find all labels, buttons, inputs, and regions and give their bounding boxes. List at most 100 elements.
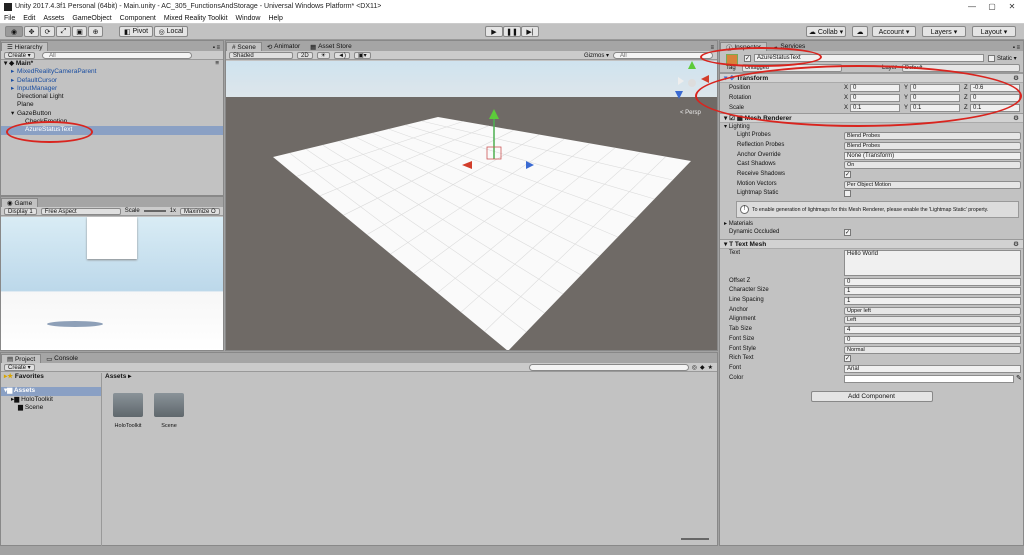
- project-search-input[interactable]: [528, 363, 689, 371]
- materials-foldout[interactable]: ▸ Materials: [720, 220, 1023, 228]
- font-style-dropdown[interactable]: Normal: [844, 345, 1021, 354]
- menu-mixed-reality-toolkit[interactable]: Mixed Reality Toolkit: [160, 15, 232, 22]
- text-mesh-header[interactable]: ▾ T Text Mesh ⚙: [720, 238, 1023, 249]
- pivot-toggle[interactable]: ◧ Pivot: [119, 26, 153, 37]
- scale-slider[interactable]: [143, 210, 166, 212]
- tab-size-field[interactable]: 4: [844, 326, 1021, 335]
- lightmap-static-checkbox[interactable]: [844, 190, 851, 198]
- project-create-button[interactable]: Create ▾: [4, 363, 35, 371]
- anchor-dropdown[interactable]: Upper left: [844, 306, 1021, 315]
- tab-console[interactable]: ▭ Console: [41, 354, 83, 363]
- play-button[interactable]: ▶: [485, 26, 503, 37]
- scene-root[interactable]: ▾ ◆ Main* ≡: [1, 60, 223, 68]
- offset-z-field[interactable]: 0: [844, 277, 1021, 286]
- hierarchy-item[interactable]: ▸ InputManager: [1, 85, 223, 93]
- menu-assets[interactable]: Assets: [39, 15, 68, 22]
- star-filter-icon[interactable]: ★: [708, 364, 713, 371]
- receive-shadows-checkbox[interactable]: ✓: [844, 171, 851, 179]
- static-dropdown[interactable]: Static ▾: [997, 55, 1017, 62]
- scene-viewport[interactable]: < Persp: [226, 61, 717, 351]
- game-view[interactable]: [1, 217, 223, 350]
- tab-scene[interactable]: # Scene: [226, 42, 262, 51]
- scene-search-input[interactable]: All: [613, 51, 713, 59]
- tree-item-scene[interactable]: ▆ Scene: [1, 404, 101, 412]
- tab-asset-store[interactable]: ▦ Asset Store: [305, 42, 357, 51]
- layout-dropdown[interactable]: Layout ▾: [972, 26, 1016, 37]
- 2d-toggle[interactable]: 2D: [297, 51, 313, 59]
- pause-button[interactable]: ❚❚: [503, 26, 521, 37]
- tab-hierarchy[interactable]: ☰ Hierarchy: [1, 42, 49, 51]
- dynamic-occluded-checkbox[interactable]: ✓: [844, 229, 851, 237]
- folder-tile-scene[interactable]: Scene: [154, 393, 184, 429]
- line-spacing-field[interactable]: 1: [844, 297, 1021, 306]
- aspect-dropdown[interactable]: Free Aspect: [40, 207, 121, 215]
- maximize-button[interactable]: ▢: [986, 2, 998, 11]
- hand-tool-icon[interactable]: ◉: [5, 26, 23, 37]
- lighting-toggle-icon[interactable]: ☀: [316, 51, 331, 59]
- static-checkbox[interactable]: [988, 55, 995, 62]
- transform-tool-icon[interactable]: ⊕: [88, 26, 103, 37]
- hierarchy-create-button[interactable]: Create ▾: [4, 51, 35, 59]
- eyedropper-icon[interactable]: ✎: [1016, 374, 1022, 382]
- step-button[interactable]: ▶|: [521, 26, 539, 37]
- color-field[interactable]: [844, 374, 1014, 383]
- local-toggle[interactable]: ◎ Local: [154, 26, 188, 37]
- icon-size-slider[interactable]: [681, 538, 709, 540]
- hierarchy-item[interactable]: ▸ MixedRealityCameraParent: [1, 68, 223, 76]
- tree-item-holotoolkit[interactable]: ▸▆ HoloToolkit: [1, 396, 101, 404]
- cast-shadows-dropdown[interactable]: On: [844, 161, 1021, 170]
- filter-label-icon[interactable]: ◆: [700, 364, 705, 371]
- hierarchy-item[interactable]: Directional Light: [1, 93, 223, 101]
- rect-tool-icon[interactable]: ▣: [72, 26, 87, 37]
- account-dropdown[interactable]: Account ▾: [872, 26, 916, 37]
- hierarchy-item[interactable]: Plane: [1, 101, 223, 109]
- project-breadcrumb[interactable]: Assets ▸: [105, 373, 131, 381]
- collab-dropdown[interactable]: ☁ Collab ▾: [806, 26, 846, 37]
- shading-dropdown[interactable]: Shaded: [229, 51, 293, 59]
- scale-tool-icon[interactable]: ⤢: [56, 26, 71, 37]
- menu-window[interactable]: Window: [232, 15, 265, 22]
- filter-type-icon[interactable]: ◎: [692, 364, 697, 371]
- menu-component[interactable]: Component: [116, 15, 160, 22]
- tab-animator[interactable]: ⟲ Animator: [261, 42, 306, 51]
- move-tool-icon[interactable]: ✥: [24, 26, 39, 37]
- folder-tile-holotoolkit[interactable]: HoloToolkit: [113, 393, 143, 429]
- menu-help[interactable]: Help: [264, 15, 286, 22]
- close-button[interactable]: ✕: [1006, 2, 1018, 11]
- text-area[interactable]: Hello World: [844, 249, 1021, 276]
- hierarchy-item[interactable]: ▸ DefaultCursor: [1, 77, 223, 85]
- hierarchy-search-input[interactable]: All: [42, 51, 193, 59]
- menu-gameobject[interactable]: GameObject: [68, 15, 115, 22]
- menu-file[interactable]: File: [0, 15, 19, 22]
- effects-dropdown-icon[interactable]: ▣▾: [354, 51, 371, 59]
- tab-game[interactable]: ◉ Game: [1, 198, 39, 207]
- font-field[interactable]: Arial: [844, 364, 1021, 373]
- menu-edit[interactable]: Edit: [19, 15, 39, 22]
- character-size-field[interactable]: 1: [844, 287, 1021, 296]
- add-component-button[interactable]: Add Component: [810, 391, 933, 403]
- anchor-override-field[interactable]: None (Transform): [844, 151, 1021, 160]
- alignment-dropdown[interactable]: Left: [844, 316, 1021, 325]
- motion-vectors-dropdown[interactable]: Per Object Motion: [844, 180, 1021, 189]
- cloud-button[interactable]: ☁: [852, 26, 868, 37]
- reflection-probes-dropdown[interactable]: Blend Probes: [844, 141, 1021, 150]
- rich-text-checkbox[interactable]: ✓: [844, 355, 851, 363]
- rotate-tool-icon[interactable]: ⟳: [40, 26, 55, 37]
- layers-dropdown[interactable]: Layers ▾: [922, 26, 966, 37]
- font-size-field[interactable]: 0: [844, 335, 1021, 344]
- light-probes-dropdown[interactable]: Blend Probes: [844, 132, 1021, 141]
- tab-project[interactable]: ▤ Project: [1, 354, 42, 363]
- display-dropdown[interactable]: Display 1: [4, 207, 37, 215]
- maximize-on-play-toggle[interactable]: Maximize O: [180, 207, 220, 215]
- audio-toggle-icon[interactable]: ◄): [334, 51, 350, 59]
- component-settings-icon[interactable]: ⚙: [1013, 240, 1019, 249]
- component-settings-icon[interactable]: ⚙: [1013, 114, 1019, 123]
- favorites-item[interactable]: ▸★ Favorites: [1, 373, 101, 381]
- hierarchy-item[interactable]: ▾ GazeButton: [1, 110, 223, 118]
- component-settings-icon[interactable]: ⚙: [1013, 74, 1019, 83]
- gizmos-dropdown[interactable]: Gizmos ▾: [584, 52, 609, 59]
- scene-menu-icon[interactable]: ≡: [215, 60, 219, 68]
- lock-icon[interactable]: ▪ ≡: [213, 45, 223, 51]
- minimize-button[interactable]: —: [966, 2, 978, 11]
- assets-root-item[interactable]: ▾▆ Assets: [1, 387, 101, 396]
